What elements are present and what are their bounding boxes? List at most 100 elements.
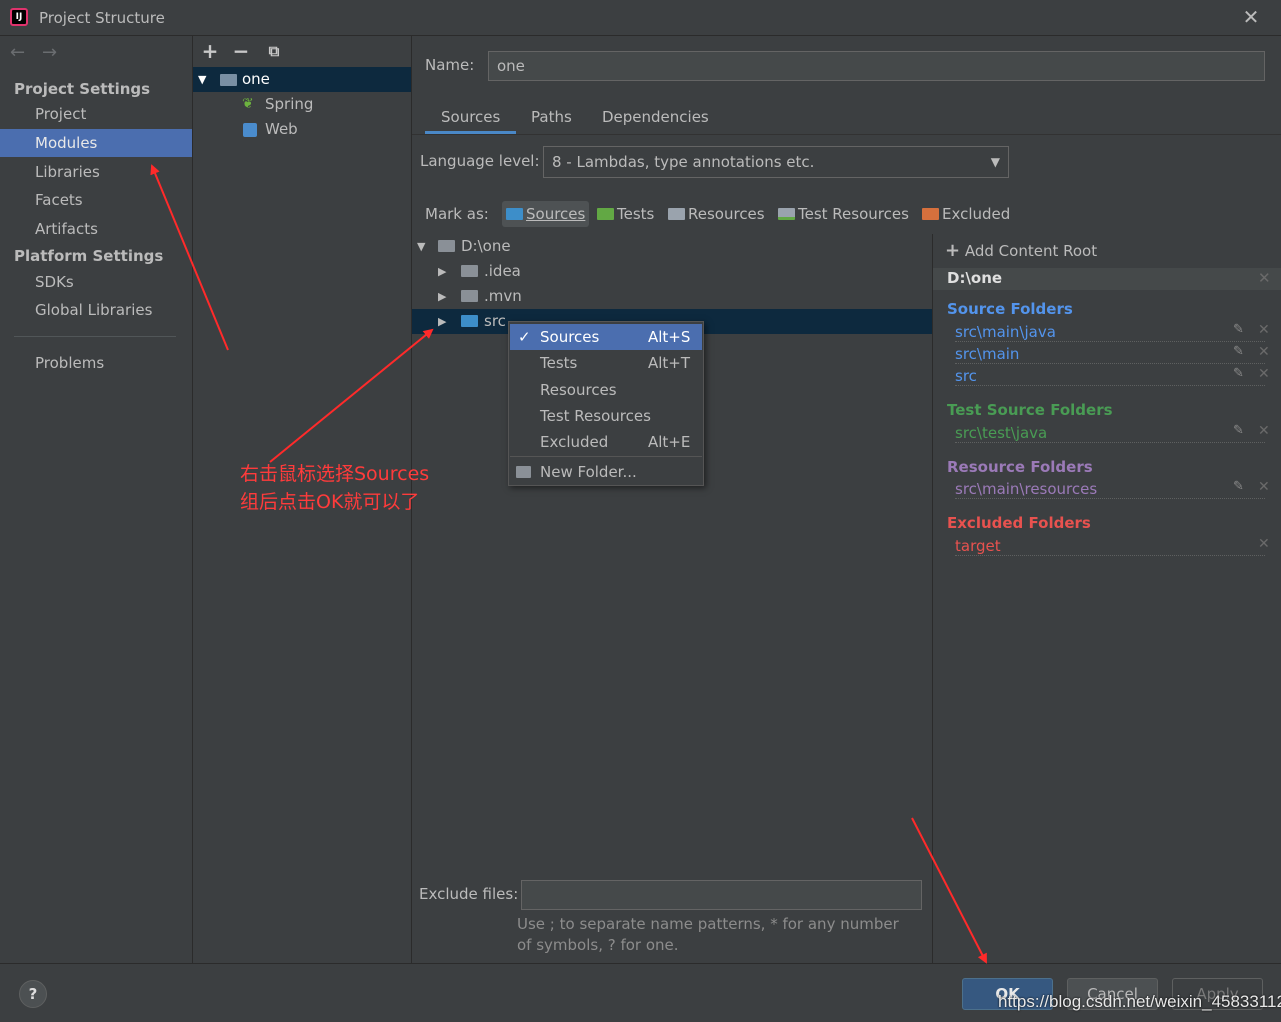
remove-folder-icon[interactable]: ✕: [1258, 322, 1270, 338]
expand-arrow-icon[interactable]: ▼: [198, 67, 206, 92]
source-folders-title: Source Folders: [947, 300, 1073, 318]
menu-item-test-resources[interactable]: Test Resources: [510, 403, 702, 429]
menu-item-excluded[interactable]: Excluded Alt+E: [510, 429, 702, 455]
add-content-root-button[interactable]: + Add Content Root: [945, 240, 1097, 261]
language-level-select[interactable]: 8 - Lambdas, type annotations etc. ▼: [543, 146, 1009, 178]
tab-dependencies[interactable]: Dependencies: [602, 108, 709, 134]
sources-folder-icon: [506, 208, 523, 220]
test-resources-folder-icon: [778, 208, 795, 220]
edit-pencil-icon[interactable]: ✎: [1233, 344, 1244, 359]
annotation-line-1: 右击鼠标选择Sources: [240, 463, 430, 485]
intellij-logo-icon: IJ: [10, 8, 28, 26]
collapse-arrow-icon[interactable]: ▶: [438, 309, 452, 334]
exclude-files-label: Exclude files:: [419, 885, 519, 903]
resource-folders-title: Resource Folders: [947, 458, 1093, 476]
edit-pencil-icon[interactable]: ✎: [1233, 322, 1244, 337]
project-settings-header: Project Settings: [14, 80, 151, 98]
help-button[interactable]: ?: [19, 980, 47, 1008]
dialog-button-bar: ? OK Cancel Apply https://blog.csdn.net/…: [0, 963, 1281, 1022]
module-name-input[interactable]: one: [488, 51, 1265, 81]
excluded-folder-icon: [922, 208, 939, 220]
remove-folder-icon[interactable]: ✕: [1258, 479, 1270, 495]
tree-item-label: .mvn: [484, 287, 522, 305]
annotation-line-2: 组后点击OK就可以了: [240, 491, 420, 513]
window-title: Project Structure: [39, 9, 165, 27]
mark-excluded-button[interactable]: Excluded: [918, 201, 1014, 227]
tab-paths[interactable]: Paths: [531, 108, 572, 134]
spring-leaf-icon: ❦: [242, 96, 254, 112]
mark-tests-button[interactable]: Tests: [593, 201, 658, 227]
tree-item-web[interactable]: Web: [193, 117, 411, 142]
excluded-folder-entry: target: [955, 536, 1265, 556]
new-folder-icon: [516, 466, 531, 478]
module-name: one: [242, 70, 270, 88]
check-icon: ✓: [518, 328, 531, 346]
sidebar-divider: [14, 336, 176, 337]
chevron-down-icon: ▼: [990, 155, 1000, 169]
mark-resources-button[interactable]: Resources: [664, 201, 769, 227]
remove-icon[interactable]: −: [230, 40, 252, 62]
expand-arrow-icon[interactable]: ▼: [417, 234, 431, 259]
remove-folder-icon[interactable]: ✕: [1258, 366, 1270, 382]
name-label: Name:: [425, 56, 475, 74]
sidebar-item-global-libraries[interactable]: Global Libraries: [0, 296, 192, 324]
title-bar: IJ Project Structure ✕: [0, 0, 1281, 36]
add-icon[interactable]: +: [199, 40, 221, 62]
close-icon[interactable]: ✕: [1240, 6, 1262, 28]
edit-pencil-icon[interactable]: ✎: [1233, 479, 1244, 494]
collapse-arrow-icon[interactable]: ▶: [438, 284, 452, 309]
forward-arrow-icon[interactable]: →: [42, 42, 57, 63]
remove-folder-icon[interactable]: ✕: [1258, 536, 1270, 552]
copy-icon[interactable]: ⧉: [263, 40, 285, 62]
sidebar-item-modules[interactable]: Modules: [0, 129, 192, 157]
sidebar-item-sdks[interactable]: SDKs: [0, 268, 192, 296]
menu-item-new-folder[interactable]: New Folder...: [510, 459, 702, 485]
web-globe-icon: [243, 123, 257, 137]
tabs-divider: [412, 134, 1281, 135]
remove-folder-icon[interactable]: ✕: [1258, 423, 1270, 439]
tree-item-spring[interactable]: ❦ Spring: [193, 92, 411, 117]
tree-item-root[interactable]: ▼ D:\one: [412, 234, 932, 259]
menu-item-resources[interactable]: Resources: [510, 377, 702, 403]
resources-folder-icon: [668, 208, 685, 220]
folder-icon: [461, 290, 478, 302]
exclude-files-hint: Use ; to separate name patterns, * for a…: [517, 915, 899, 954]
mark-sources-button[interactable]: Sources: [502, 201, 590, 227]
source-folder-entry: src\main\java: [955, 322, 1265, 342]
sidebar-item-libraries[interactable]: Libraries: [0, 158, 192, 186]
test-folder-entry: src\test\java: [955, 423, 1265, 443]
collapse-arrow-icon[interactable]: ▶: [438, 259, 452, 284]
facet-name: Web: [265, 120, 298, 138]
sidebar-item-problems[interactable]: Problems: [0, 349, 192, 377]
tree-item-module-one[interactable]: ▼ one: [193, 67, 411, 92]
mark-as-label: Mark as:: [425, 205, 489, 223]
content-root-path: D:\one: [947, 269, 1003, 287]
test-source-folders-title: Test Source Folders: [947, 401, 1113, 419]
exclude-files-input[interactable]: [521, 880, 922, 910]
remove-folder-icon[interactable]: ✕: [1258, 344, 1270, 360]
annotation-text: 右击鼠标选择Sources 组后点击OK就可以了: [240, 460, 460, 516]
watermark-text: https://blog.csdn.net/weixin_45833112: [998, 992, 1281, 1011]
language-level-label: Language level:: [420, 152, 540, 170]
sidebar-item-project[interactable]: Project: [0, 100, 192, 128]
tree-item-mvn[interactable]: ▶ .mvn: [412, 284, 932, 309]
source-folder-entry: src\main: [955, 344, 1265, 364]
remove-root-icon[interactable]: ✕: [1258, 269, 1271, 287]
edit-pencil-icon[interactable]: ✎: [1233, 366, 1244, 381]
folder-icon: [461, 265, 478, 277]
plus-icon: +: [945, 240, 961, 261]
tree-item-label: D:\one: [461, 237, 511, 255]
menu-item-sources[interactable]: ✓ Sources Alt+S: [510, 324, 702, 350]
content-root-header: D:\one ✕: [933, 268, 1281, 290]
sidebar-item-artifacts[interactable]: Artifacts: [0, 215, 192, 243]
mark-test-resources-button[interactable]: Test Resources: [774, 201, 913, 227]
tree-item-idea[interactable]: ▶ .idea: [412, 259, 932, 284]
sources-folder-icon: [461, 315, 478, 327]
folder-icon: [438, 240, 455, 252]
edit-pencil-icon[interactable]: ✎: [1233, 423, 1244, 438]
source-folder-entry: src: [955, 366, 1265, 386]
mark-directory-context-menu: ✓ Sources Alt+S Tests Alt+T Resources Te…: [508, 321, 704, 486]
back-arrow-icon[interactable]: ←: [10, 42, 25, 63]
menu-item-tests[interactable]: Tests Alt+T: [510, 350, 702, 376]
sidebar-item-facets[interactable]: Facets: [0, 186, 192, 214]
